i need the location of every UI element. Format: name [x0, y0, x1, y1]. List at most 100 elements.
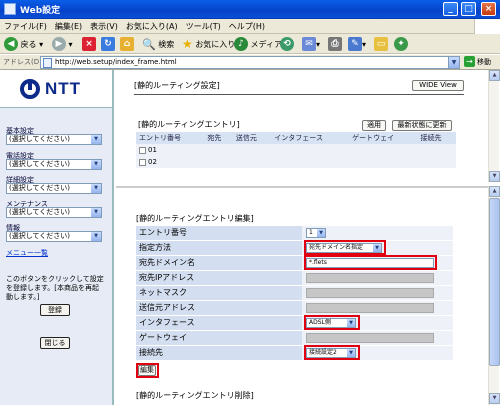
address-bar: アドレス(D) http://web.setup/index_frame.htm… [0, 55, 500, 70]
close-button[interactable]: 閉じる [40, 337, 70, 349]
mail-icon: ✉ [302, 37, 316, 51]
bottom-frame-scrollbar[interactable]: ▲ ▼ [488, 186, 500, 405]
minimize-button[interactable]: _ [443, 2, 458, 16]
address-dropdown-icon[interactable]: ▼ [448, 57, 459, 68]
search-label: 検索 [158, 39, 175, 49]
back-arrow-icon: ◀ [4, 37, 18, 51]
media-button[interactable]: ♪ メディア [234, 36, 282, 52]
netmask-label: ネットマスク [136, 286, 302, 300]
go-button[interactable]: → 移動 [464, 56, 491, 67]
maximize-button[interactable]: □ [461, 2, 476, 16]
windows-logo-icon [474, 19, 500, 34]
address-label: アドレス(D) [3, 58, 42, 66]
table-header: エントリ番号 宛先 送信元 インタフェース ゲートウェイ 接続先 [136, 132, 456, 144]
info-value: (選択してください) [9, 232, 71, 240]
entry-number-select[interactable]: 1 ▼ [306, 228, 326, 238]
edit-page-button[interactable]: ✎ ▾ [348, 36, 366, 52]
title-bar: Web設定 _ □ × [0, 0, 500, 19]
close-window-button[interactable]: × [481, 2, 496, 16]
row-checkbox[interactable] [139, 158, 146, 166]
mail-button[interactable]: ✉ ▾ [302, 36, 320, 52]
menu-bar: ファイル(F) 編集(E) 表示(V) お気に入り(A) ツール(T) ヘルプ(H) [0, 19, 500, 34]
stop-icon: × [82, 37, 96, 51]
history-icon: ⟲ [280, 37, 294, 51]
menu-tools[interactable]: ツール(T) [182, 19, 225, 32]
home-icon: ⌂ [120, 37, 134, 51]
chevron-down-icon: ▼ [91, 160, 101, 169]
address-input[interactable]: http://web.setup/index_frame.html ▼ [40, 56, 460, 69]
messenger-button[interactable]: ✦ [394, 36, 408, 52]
print-button[interactable]: ⎙ [328, 36, 342, 52]
basic-settings-select[interactable]: (選択してください) ▼ [6, 134, 102, 145]
home-button[interactable]: ⌂ [120, 36, 134, 52]
gateway-row: ゲートウェイ [136, 331, 453, 345]
window-title: Web設定 [20, 6, 61, 16]
star-icon: ★ [182, 37, 193, 51]
interface-row: インタフェース ADSL側 ▼ [136, 316, 453, 330]
maintenance-select[interactable]: (選択してください) ▼ [6, 207, 102, 218]
refresh-button[interactable]: ↻ [101, 36, 115, 52]
scroll-up-icon[interactable]: ▲ [489, 186, 500, 197]
dest-ip-input [306, 273, 434, 283]
scroll-thumb[interactable] [489, 198, 500, 366]
menu-favorites[interactable]: お気に入り(A) [122, 19, 182, 32]
wide-view-button[interactable]: WIDE View [412, 80, 464, 91]
phone-settings-select[interactable]: (選択してください) ▼ [6, 159, 102, 170]
refresh-status-button[interactable]: 最新状態に更新 [392, 120, 452, 131]
entry-list-title: [静的ルーティングエントリ] [138, 120, 240, 129]
menu-file[interactable]: ファイル(F) [0, 19, 51, 32]
menu-list-link[interactable]: メニュー一覧 [6, 248, 48, 258]
connection-label: 接続先 [136, 346, 302, 360]
table-row: 01 [136, 144, 456, 156]
dest-ip-row: 宛先IPアドレス [136, 271, 453, 285]
col-entry-no: エントリ番号 [136, 132, 205, 144]
apply-button[interactable]: 適用 [362, 120, 386, 131]
favorites-label: お気に入り [195, 39, 236, 49]
scroll-down-icon[interactable]: ▼ [489, 171, 500, 182]
row-checkbox[interactable] [139, 146, 146, 154]
go-label: 移動 [477, 57, 491, 66]
favorites-button[interactable]: ★ お気に入り [182, 36, 235, 52]
table-row: 02 [136, 156, 456, 168]
back-button[interactable]: ◀ 戻る ▾ [4, 36, 43, 52]
col-interface: インタフェース [271, 132, 350, 144]
register-button[interactable]: 登録 [40, 304, 70, 316]
address-url: http://web.setup/index_frame.html [55, 58, 177, 66]
detail-settings-select[interactable]: (選択してください) ▼ [6, 183, 102, 194]
history-button[interactable]: ⟲ [280, 36, 294, 52]
delete-section-title: [静的ルーティングエントリ削除] [136, 391, 254, 400]
forward-arrow-icon: ▶ [52, 37, 66, 51]
scroll-up-icon[interactable]: ▲ [489, 70, 500, 81]
search-button[interactable]: 🔍 検索 [142, 36, 174, 52]
refresh-icon: ↻ [101, 37, 115, 51]
folder-button[interactable]: ▭ [374, 36, 388, 52]
folder-icon: ▭ [374, 37, 388, 51]
menu-help[interactable]: ヘルプ(H) [225, 19, 269, 32]
left-navigation-frame: NTT 基本設定 (選択してください) ▼ 電話設定 (選択してください) ▼ 詳細… [0, 70, 114, 405]
highlight-method [304, 240, 386, 255]
routing-settings-frame: [静的ルーティング設定] WIDE View [静的ルーティングエントリ] 適用… [116, 70, 488, 182]
scroll-down-icon[interactable]: ▼ [489, 393, 500, 404]
stop-button[interactable]: × [82, 36, 96, 52]
entry-number-label: エントリ番号 [136, 226, 302, 240]
src-ip-input [306, 303, 434, 313]
highlight-domain [304, 255, 437, 270]
info-select[interactable]: (選択してください) ▼ [6, 231, 102, 242]
src-ip-row: 送信元アドレス [136, 301, 453, 315]
print-icon: ⎙ [328, 37, 342, 51]
forward-button[interactable]: ▶ ▾ [52, 36, 73, 52]
entry-number-value: 1 [309, 229, 313, 236]
divider [134, 94, 464, 95]
menu-view[interactable]: 表示(V) [86, 19, 122, 32]
row-number: 01 [148, 146, 157, 154]
ie-icon [4, 3, 16, 15]
interface-label: インタフェース [136, 316, 302, 330]
top-frame-scrollbar[interactable]: ▲ ▼ [488, 70, 500, 182]
menu-edit[interactable]: 編集(E) [51, 19, 86, 32]
method-row: 指定方法 宛先ドメイン名指定 ▼ [136, 241, 453, 255]
edit-page-icon: ✎ [348, 37, 362, 51]
highlight-interface [304, 315, 360, 330]
col-gateway: ゲートウェイ [349, 132, 418, 144]
chevron-down-icon: ▼ [91, 208, 101, 217]
row-entry-cell: 01 [136, 144, 205, 156]
